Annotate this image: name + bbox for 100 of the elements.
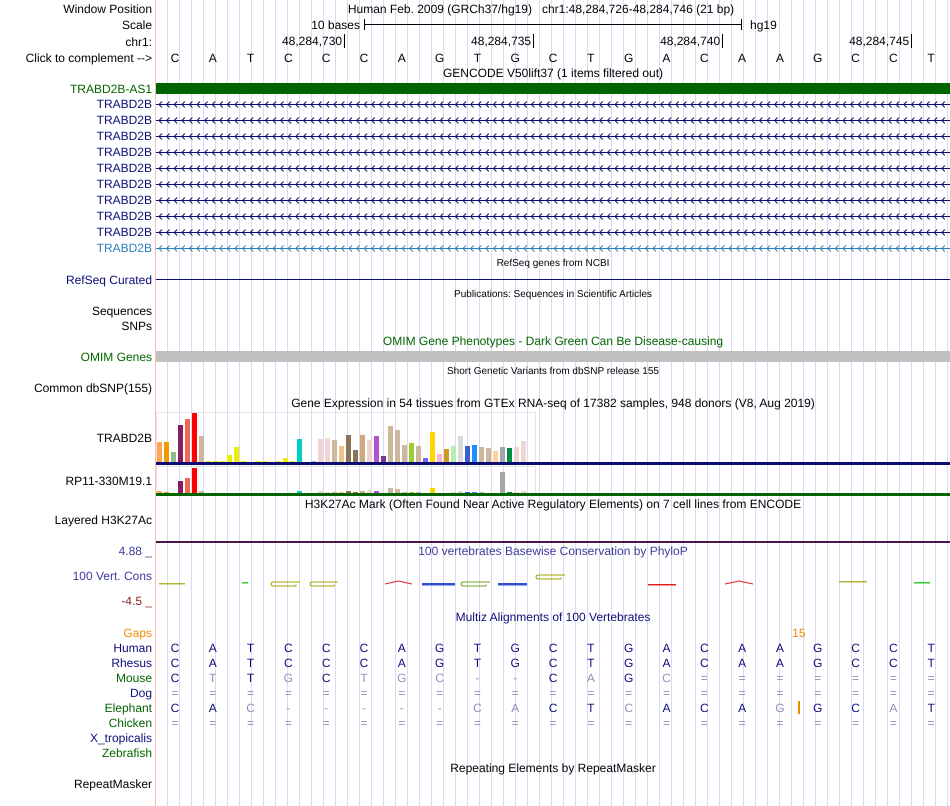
- track-title: Gene Expression in 54 tissues from GTEx RNA-seq of 17382 samples, 948 donors (V8, Aug 2019): [291, 396, 815, 410]
- expression-bar: [444, 449, 449, 462]
- track-label[interactable]: TRABD2B: [96, 241, 152, 255]
- aligned-base: -: [286, 700, 290, 714]
- aligned-base: =: [776, 686, 784, 700]
- aligned-base: C: [851, 656, 860, 670]
- gene-line[interactable]: [156, 132, 950, 140]
- expression-bar: [409, 443, 414, 462]
- aligned-base: T: [587, 700, 595, 714]
- track-label[interactable]: RefSeq Curated: [66, 272, 152, 286]
- aligned-base: T: [474, 656, 482, 670]
- track-title: Multiz Alignments of 100 Vertebrates: [456, 610, 650, 624]
- track-label[interactable]: TRABD2B: [96, 177, 152, 191]
- aligned-base: G: [434, 656, 444, 670]
- expression-bar: [332, 440, 337, 462]
- gene-line[interactable]: [156, 228, 950, 236]
- track-title: H3K27Ac Mark (Often Found Near Active Regulatory Elements) on 7 cell lines from ENCODE: [304, 497, 802, 511]
- sequence-base: A: [398, 50, 406, 64]
- track-label[interactable]: TRABD2B: [96, 193, 152, 207]
- conservation-mark: [536, 574, 566, 580]
- track-label[interactable]: OMIM Genes: [80, 350, 152, 364]
- ruler-tick-label: 48,284,745: [849, 34, 912, 48]
- complement-link[interactable]: Click to complement -->: [26, 50, 152, 64]
- sequence-base: T: [246, 50, 254, 64]
- gene-line[interactable]: [156, 116, 950, 124]
- window-position-label: Window Position: [63, 2, 152, 16]
- conservation-mark: [242, 582, 248, 584]
- aligned-base: =: [209, 716, 216, 730]
- insertion-marker: [798, 701, 800, 714]
- track-label[interactable]: TRABD2B: [96, 209, 152, 223]
- conservation-mark: [914, 582, 930, 584]
- track-label[interactable]: TRABD2B: [96, 161, 152, 175]
- conservation-mark: [384, 580, 412, 584]
- aligned-base: =: [852, 686, 860, 700]
- expression-bar: [451, 446, 456, 462]
- gene-line[interactable]: [156, 164, 950, 172]
- track-label[interactable]: TRABD2B: [96, 97, 152, 111]
- sequence-base: A: [776, 50, 784, 64]
- gene-line[interactable]: [156, 196, 950, 204]
- assembly-title: Human Feb. 2009 (GRCh37/hg19): [348, 2, 532, 16]
- track-label[interactable]: Common dbSNP(155): [34, 380, 152, 394]
- aligned-base: A: [208, 640, 217, 654]
- track-label[interactable]: TRABD2B: [96, 113, 152, 127]
- aligned-base: C: [170, 670, 180, 684]
- aligned-base: =: [890, 716, 897, 730]
- species-label: X_tropicalis: [90, 730, 152, 744]
- aligned-base: A: [208, 656, 217, 670]
- aligned-base: C: [284, 640, 293, 654]
- aligned-base: =: [436, 686, 444, 700]
- sequence-base: A: [208, 50, 217, 64]
- aligned-base: =: [550, 716, 557, 730]
- expression-bar: [486, 448, 491, 462]
- expression-bar: [388, 426, 393, 462]
- aligned-base: =: [587, 686, 594, 700]
- assembly-label: hg19: [749, 18, 777, 32]
- aligned-base: C: [889, 640, 898, 654]
- track-label[interactable]: Sequences: [92, 304, 152, 318]
- expression-bar: [283, 458, 288, 462]
- expression-bar: [367, 490, 372, 493]
- expression-bar: [395, 430, 400, 462]
- aligned-base: =: [512, 686, 519, 700]
- track-label[interactable]: TRABD2B: [96, 129, 152, 143]
- aligned-base: =: [738, 686, 746, 700]
- chromosome-label: chr1:: [125, 35, 152, 49]
- track-label[interactable]: RepeatMasker: [74, 776, 152, 790]
- aligned-base: G: [775, 700, 785, 714]
- aligned-base: =: [776, 670, 784, 684]
- track-label[interactable]: TRABD2B: [96, 225, 152, 239]
- gene-line[interactable]: [156, 180, 950, 188]
- expression-bar: [353, 450, 358, 462]
- aligned-base: =: [550, 686, 557, 700]
- aligned-base: -: [400, 700, 404, 714]
- aligned-base: C: [322, 670, 330, 684]
- track-label[interactable]: TRABD2B: [96, 145, 152, 159]
- track-label[interactable]: TRABD2B-AS1: [70, 82, 152, 96]
- expression-bar: [192, 413, 197, 462]
- aligned-base: T: [246, 640, 254, 654]
- aligned-base: -: [324, 700, 328, 714]
- track-label[interactable]: TRABD2B: [96, 431, 152, 445]
- aligned-base: C: [851, 700, 860, 714]
- aligned-base: =: [171, 686, 178, 700]
- aligned-base: G: [813, 700, 822, 714]
- aligned-base: =: [398, 686, 406, 700]
- aligned-base: =: [247, 716, 254, 730]
- gene-line[interactable]: [156, 148, 950, 156]
- gene-line[interactable]: [156, 100, 950, 108]
- aligned-base: G: [624, 670, 634, 684]
- aligned-base: =: [587, 716, 594, 730]
- gene-line[interactable]: [156, 212, 950, 220]
- conservation-mark: [270, 582, 300, 586]
- track-label[interactable]: SNPs: [121, 318, 152, 332]
- aligned-base: =: [436, 716, 444, 730]
- ruler-tick-label: 48,284,740: [660, 34, 724, 48]
- track-label[interactable]: RP11-330M19.1: [66, 474, 152, 488]
- axis-max-label: 4.88 _: [118, 543, 152, 559]
- aligned-base: A: [776, 640, 784, 654]
- expression-bar: [178, 481, 183, 493]
- expression-bar: [479, 447, 484, 462]
- track-label[interactable]: Layered H3K27Ac: [54, 513, 152, 527]
- track-label[interactable]: 100 Vert. Cons: [72, 568, 152, 584]
